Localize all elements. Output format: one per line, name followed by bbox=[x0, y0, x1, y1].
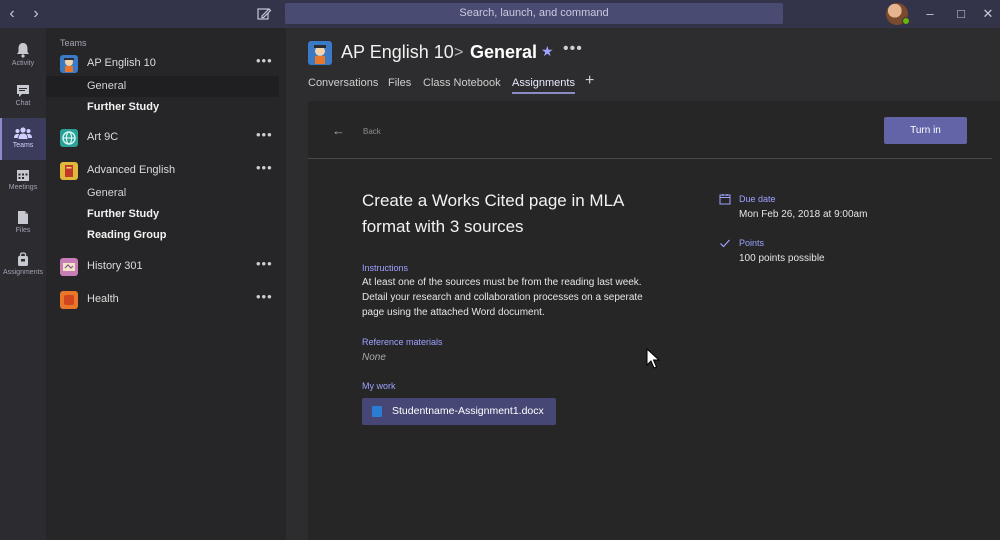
instructions-label: Instructions bbox=[362, 263, 409, 273]
tab-conversations[interactable]: Conversations bbox=[308, 77, 378, 89]
due-date-label: Due date bbox=[739, 194, 776, 204]
team-art-9c[interactable]: Art 9C ••• bbox=[46, 126, 286, 150]
bag-icon bbox=[18, 252, 28, 266]
rail-activity[interactable]: Activity bbox=[0, 34, 46, 76]
attached-file-button[interactable]: Studentname-Assignment1.docx bbox=[362, 398, 556, 425]
more-options-icon[interactable]: ••• bbox=[256, 256, 273, 271]
due-date-value: Mon Feb 26, 2018 at 9:00am bbox=[739, 209, 868, 220]
back-nav-icon[interactable]: ‹ bbox=[2, 4, 22, 24]
assignment-panel: ← Back Turn in Create a Works Cited page… bbox=[308, 101, 1000, 540]
file-name: Studentname-Assignment1.docx bbox=[392, 405, 544, 417]
my-work-label: My work bbox=[362, 381, 396, 391]
map-icon bbox=[60, 258, 78, 276]
rail-files[interactable]: Files bbox=[0, 202, 46, 244]
turn-in-button[interactable]: Turn in bbox=[884, 117, 967, 144]
forward-nav-icon[interactable]: › bbox=[26, 4, 46, 24]
rail-teams[interactable]: Teams bbox=[0, 118, 46, 160]
channel-label: Reading Group bbox=[87, 229, 167, 241]
title-bar: ‹ › Search, launch, and command – □ ✕ bbox=[0, 0, 1000, 28]
back-arrow-icon[interactable]: ← bbox=[332, 123, 345, 138]
channel-reading-group[interactable]: Reading Group bbox=[46, 225, 279, 246]
tab-files[interactable]: Files bbox=[388, 77, 411, 89]
bell-icon bbox=[17, 43, 29, 58]
channel-title: General bbox=[470, 42, 538, 62]
team-name: Art 9C bbox=[87, 131, 119, 143]
channel-general[interactable]: General bbox=[46, 183, 279, 204]
team-health[interactable]: Health ••• bbox=[46, 288, 286, 312]
file-icon bbox=[18, 211, 28, 224]
rail-meetings[interactable]: Meetings bbox=[0, 160, 46, 202]
calendar-icon bbox=[17, 170, 29, 181]
rail-label: Chat bbox=[15, 100, 31, 107]
channel-label: General bbox=[87, 187, 127, 199]
rail-chat[interactable]: Chat bbox=[0, 76, 46, 118]
mouse-cursor-icon bbox=[646, 348, 660, 369]
more-options-icon[interactable]: ••• bbox=[256, 53, 273, 68]
rail-label: Assignments bbox=[2, 269, 44, 276]
more-options-icon[interactable]: ••• bbox=[256, 289, 273, 304]
calendar-icon bbox=[719, 194, 731, 205]
compose-icon[interactable] bbox=[254, 4, 274, 24]
team-ap-english-10[interactable]: AP English 10 ••• bbox=[46, 52, 286, 76]
team-history-301[interactable]: History 301 ••• bbox=[46, 255, 286, 279]
book-icon bbox=[60, 162, 78, 180]
tab-class-notebook[interactable]: Class Notebook bbox=[423, 77, 501, 89]
channel-further-study[interactable]: Further Study bbox=[46, 204, 279, 225]
globe-icon bbox=[60, 129, 78, 147]
channel-general[interactable]: General bbox=[46, 76, 279, 97]
rail-label: Activity bbox=[11, 60, 35, 67]
channel-label: General bbox=[87, 80, 127, 92]
team-name: AP English 10 bbox=[87, 57, 156, 69]
reference-value: None bbox=[362, 352, 386, 363]
minimize-icon[interactable]: – bbox=[920, 4, 940, 24]
team-avatar-icon bbox=[308, 41, 332, 65]
team-name: Health bbox=[87, 293, 119, 305]
team-name: History 301 bbox=[87, 260, 143, 272]
rail-label: Files bbox=[15, 227, 31, 234]
maximize-icon[interactable]: □ bbox=[951, 4, 971, 24]
rail-label: Teams bbox=[12, 142, 34, 149]
rail-label: Meetings bbox=[8, 184, 38, 191]
add-tab-icon[interactable]: + bbox=[585, 72, 594, 90]
app-rail: Activity Chat Teams Meetings Files Assig… bbox=[0, 28, 46, 540]
more-options-icon[interactable]: ••• bbox=[256, 160, 273, 175]
presence-icon bbox=[902, 17, 910, 25]
teams-header: Teams bbox=[60, 38, 87, 48]
tab-assignments[interactable]: Assignments bbox=[512, 77, 575, 94]
close-icon[interactable]: ✕ bbox=[978, 4, 998, 24]
instructions-text: At least one of the sources must be from… bbox=[362, 277, 643, 318]
checkmark-icon bbox=[720, 239, 730, 248]
teams-panel: Teams AP English 10 ••• General Further … bbox=[46, 28, 286, 540]
points-value: 100 points possible bbox=[739, 253, 825, 264]
channel-label: Further Study bbox=[87, 208, 160, 220]
channel-further-study[interactable]: Further Study bbox=[46, 97, 279, 118]
more-options-icon[interactable]: ••• bbox=[563, 40, 583, 58]
apple-icon bbox=[60, 291, 78, 309]
team-name: Advanced English bbox=[87, 164, 176, 176]
main-content: AP English 10 > General ★ ••• Conversati… bbox=[286, 28, 1000, 540]
word-document-icon bbox=[372, 406, 382, 417]
chat-icon bbox=[17, 85, 29, 97]
teams-icon bbox=[14, 127, 32, 139]
favorite-star-icon[interactable]: ★ bbox=[541, 43, 554, 60]
points-label: Points bbox=[739, 238, 765, 248]
team-title: AP English 10 bbox=[341, 42, 454, 62]
rail-assignments[interactable]: Assignments bbox=[0, 244, 46, 286]
assignment-title: Create a Works Cited page in MLA format … bbox=[362, 191, 624, 236]
breadcrumb-separator: > bbox=[454, 44, 464, 61]
channel-label: Further Study bbox=[87, 101, 160, 113]
search-input[interactable]: Search, launch, and command bbox=[285, 3, 783, 24]
more-options-icon[interactable]: ••• bbox=[256, 127, 273, 142]
team-avatar-icon bbox=[60, 55, 78, 73]
reference-label: Reference materials bbox=[362, 337, 443, 347]
back-link[interactable]: Back bbox=[363, 127, 381, 136]
team-advanced-english[interactable]: Advanced English ••• bbox=[46, 159, 286, 183]
divider bbox=[308, 158, 992, 159]
